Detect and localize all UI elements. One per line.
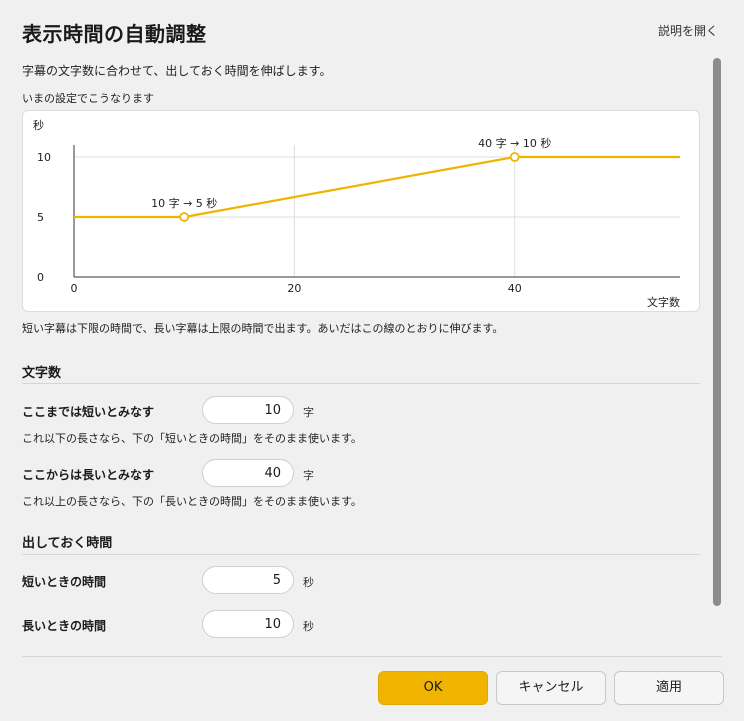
y-tick-label: 0 <box>37 271 44 284</box>
footer-divider <box>22 656 722 657</box>
section-title-chars: 文字数 <box>22 366 62 381</box>
preview-label: いまの設定でこうなります <box>22 92 154 105</box>
cancel-button[interactable]: キャンセル <box>496 671 606 705</box>
x-tick-label: 0 <box>71 282 78 295</box>
long-time-unit: 秒 <box>303 620 314 633</box>
breakpoint-label: 10 字 → 5 秒 <box>151 196 217 210</box>
long-time-input[interactable] <box>202 610 294 638</box>
chart-note: 短い字幕は下限の時間で、長い字幕は上限の時間で出ます。あいだはこの線のとおりに伸… <box>22 322 504 335</box>
y-tick-label: 5 <box>37 211 44 224</box>
y-tick-label: 10 <box>37 151 51 164</box>
help-link[interactable]: 説明を開く <box>658 22 718 39</box>
section-title-time: 出しておく時間 <box>22 536 113 551</box>
short-time-unit: 秒 <box>303 576 314 589</box>
short-chars-hint: これ以下の長さなら、下の「短いときの時間」をそのまま使います。 <box>22 432 362 445</box>
section-divider <box>22 554 700 555</box>
short-time-label: 短いときの時間 <box>22 575 107 589</box>
long-time-label: 長いときの時間 <box>22 619 107 633</box>
duration-chart: 0 5 10 0 20 40 秒文字数 10 字 → 5 秒 40 字 → 10 秒 <box>33 118 680 309</box>
long-chars-input[interactable] <box>202 459 294 487</box>
page-title: 表示時間の自動調整 <box>22 22 207 46</box>
short-chars-label: ここまでは短いとみなす <box>22 405 155 419</box>
long-chars-unit: 字 <box>303 469 314 482</box>
breakpoint-marker <box>509 152 520 162</box>
description: 字幕の文字数に合わせて、出しておく時間を伸ばします。 <box>22 64 332 78</box>
section-divider <box>22 383 700 384</box>
long-chars-label: ここからは長いとみなす <box>22 468 155 482</box>
short-chars-input[interactable] <box>202 396 294 424</box>
apply-button[interactable]: 適用 <box>614 671 724 705</box>
breakpoint-marker <box>179 212 190 222</box>
breakpoint-label: 40 字 → 10 秒 <box>478 136 551 150</box>
ok-button[interactable]: OK <box>378 671 488 705</box>
y-axis-label: 秒 <box>33 118 44 132</box>
x-tick-label: 20 <box>287 282 301 295</box>
short-chars-unit: 字 <box>303 406 314 419</box>
chart-card: 0 5 10 0 20 40 秒文字数 10 字 → 5 秒 40 字 → 10 秒 <box>22 110 700 312</box>
long-chars-hint: これ以上の長さなら、下の「長いときの時間」をそのまま使います。 <box>22 495 362 508</box>
x-tick-label: 40 <box>508 282 522 295</box>
scrollbar[interactable] <box>713 58 721 606</box>
short-time-input[interactable] <box>202 566 294 594</box>
x-axis-label: 文字数 <box>647 295 680 309</box>
